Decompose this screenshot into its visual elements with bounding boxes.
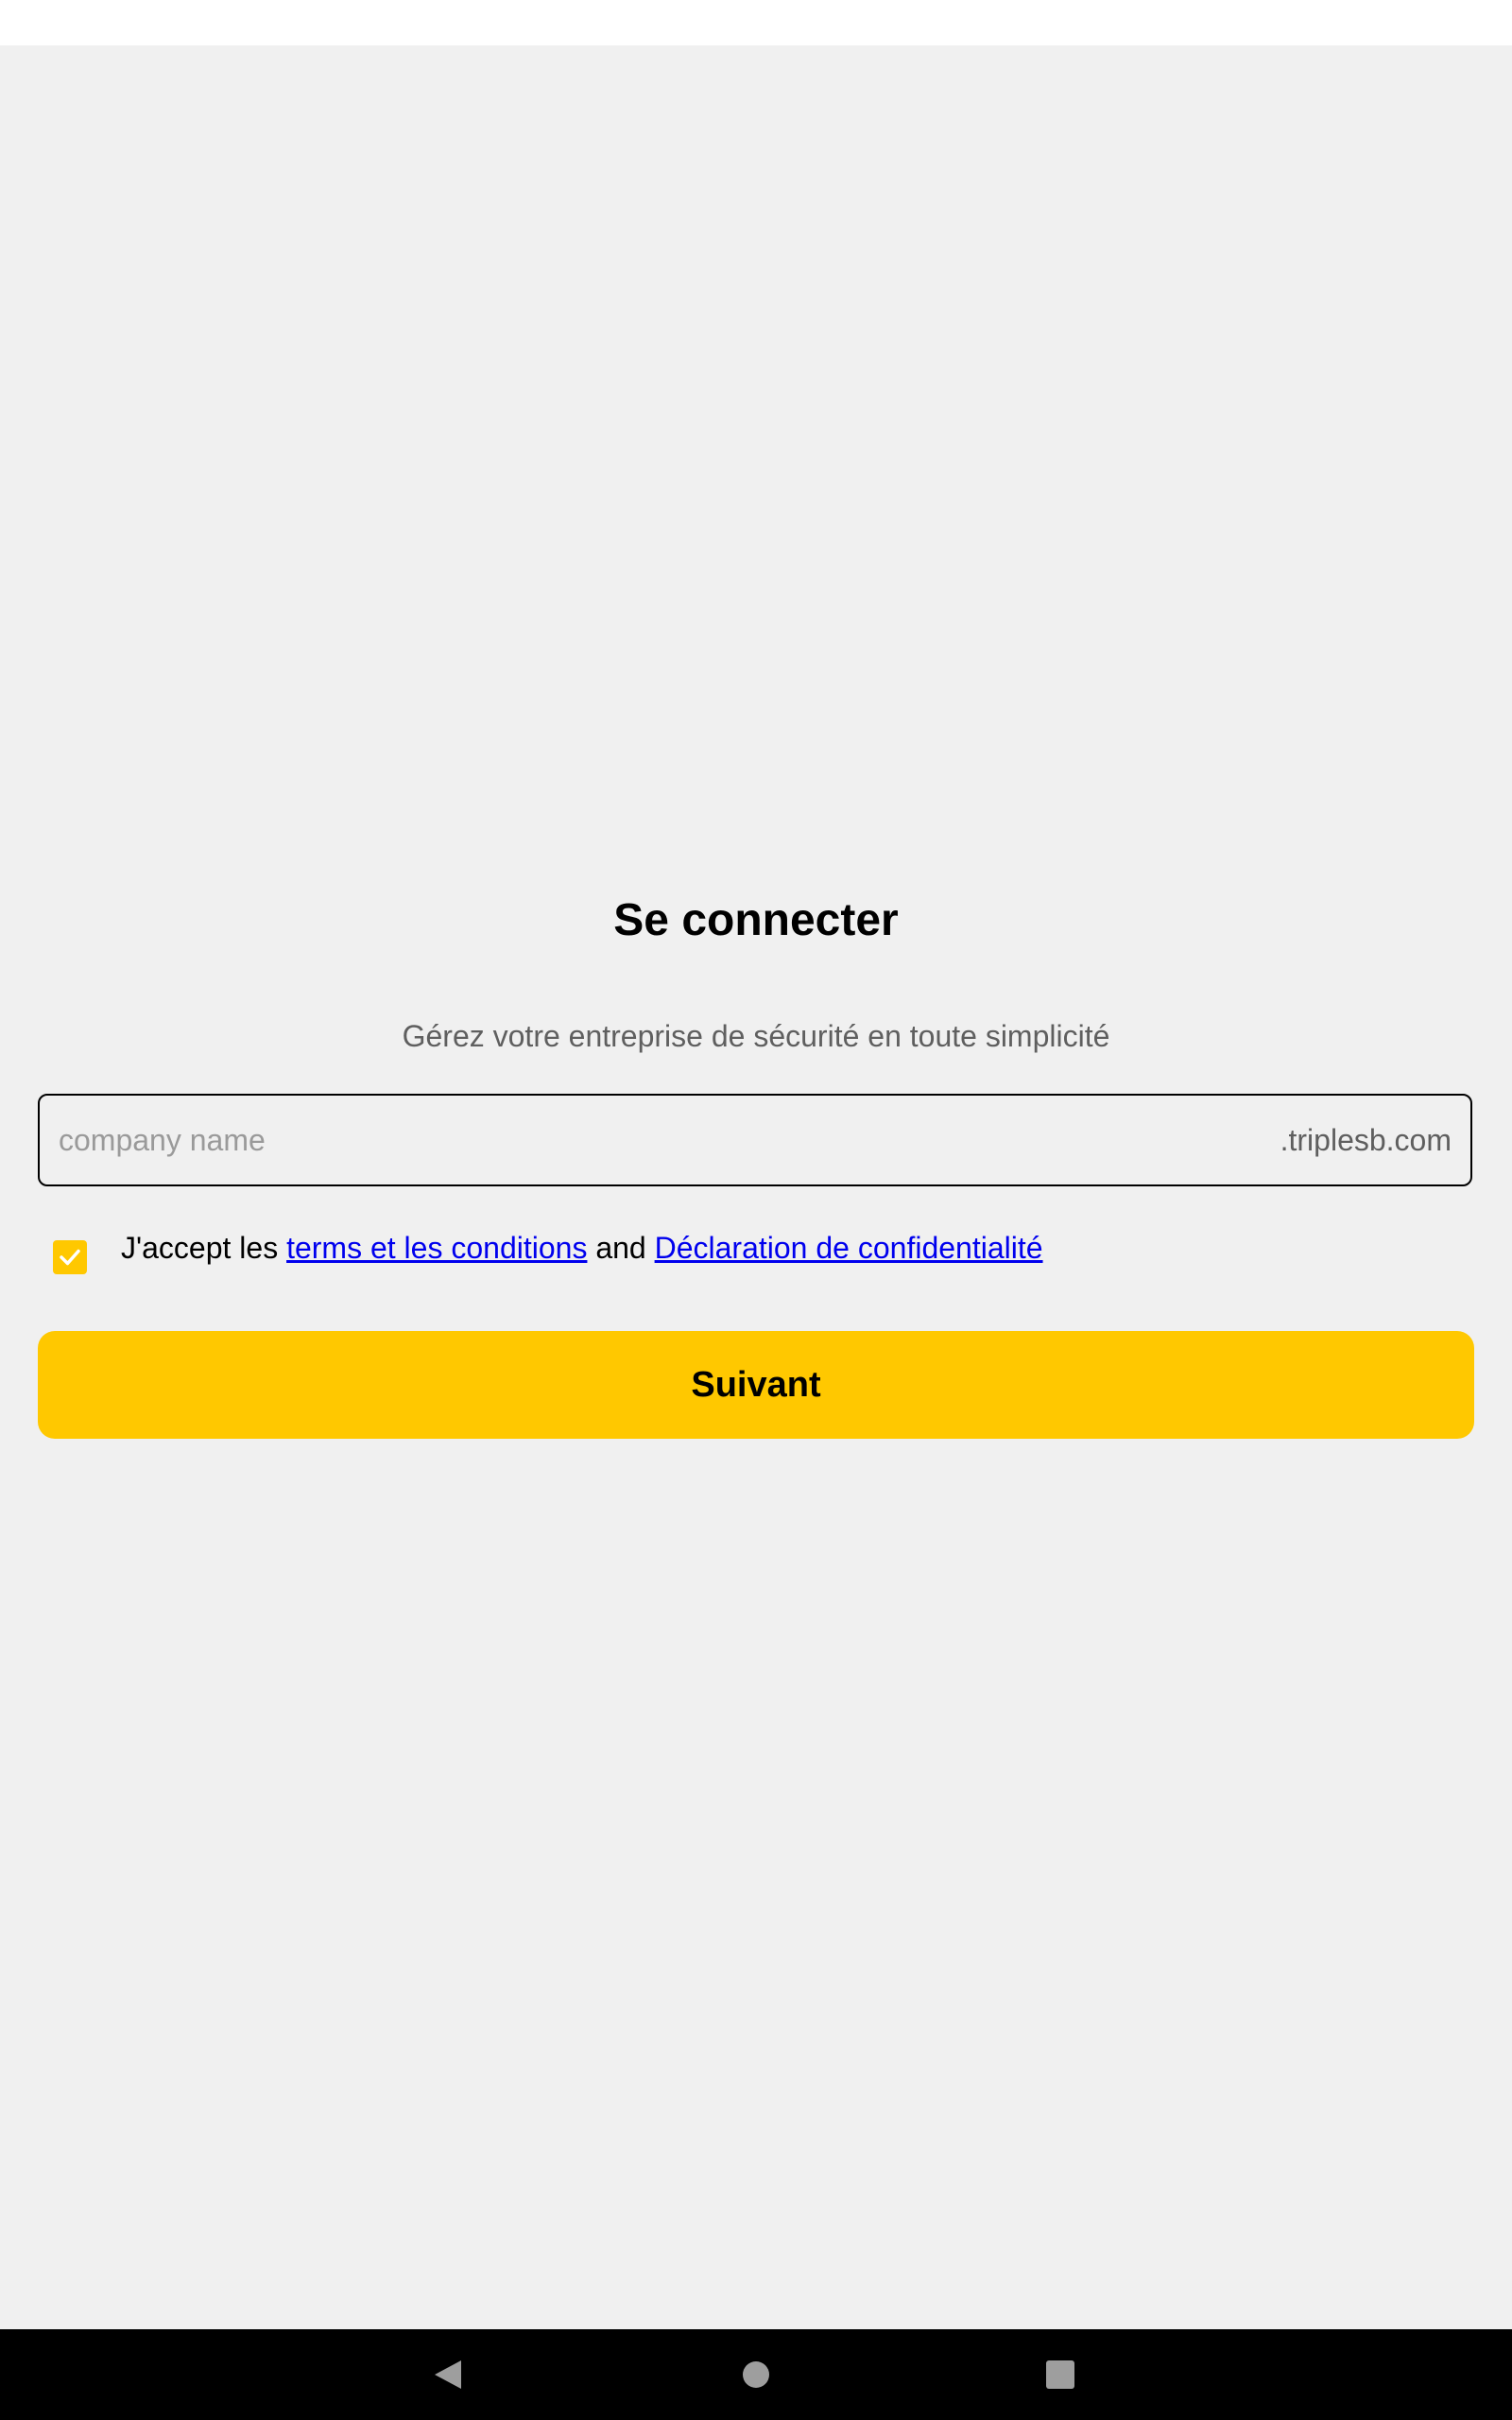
privacy-link[interactable]: Déclaration de confidentialité xyxy=(655,1231,1043,1265)
recents-square-icon xyxy=(1046,2360,1074,2389)
terms-conjunction: and xyxy=(587,1231,655,1265)
domain-suffix: .triplesb.com xyxy=(1280,1122,1452,1157)
company-name-field[interactable]: .triplesb.com xyxy=(38,1094,1472,1186)
page-subtitle: Gérez votre entreprise de sécurité en to… xyxy=(402,1019,1110,1053)
checkmark-icon xyxy=(60,1249,80,1266)
page-title: Se connecter xyxy=(613,895,899,945)
terms-link[interactable]: terms et les conditions xyxy=(286,1231,587,1265)
home-button[interactable] xyxy=(733,2352,779,2397)
terms-checkbox[interactable] xyxy=(53,1240,87,1274)
status-bar xyxy=(0,0,1512,45)
terms-prefix: J'accept les xyxy=(121,1231,287,1265)
terms-row: J'accept les terms et les conditions and… xyxy=(53,1225,1452,1286)
recents-button[interactable] xyxy=(1038,2352,1083,2397)
terms-text: J'accept les terms et les conditions and… xyxy=(121,1225,1043,1270)
back-triangle-icon xyxy=(435,2360,461,2389)
company-name-input[interactable] xyxy=(40,1096,1280,1184)
navigation-bar xyxy=(0,2329,1512,2420)
login-screen xyxy=(0,45,1512,2329)
back-button[interactable] xyxy=(425,2352,471,2397)
home-circle-icon xyxy=(743,2361,769,2388)
next-button[interactable]: Suivant xyxy=(38,1331,1474,1439)
